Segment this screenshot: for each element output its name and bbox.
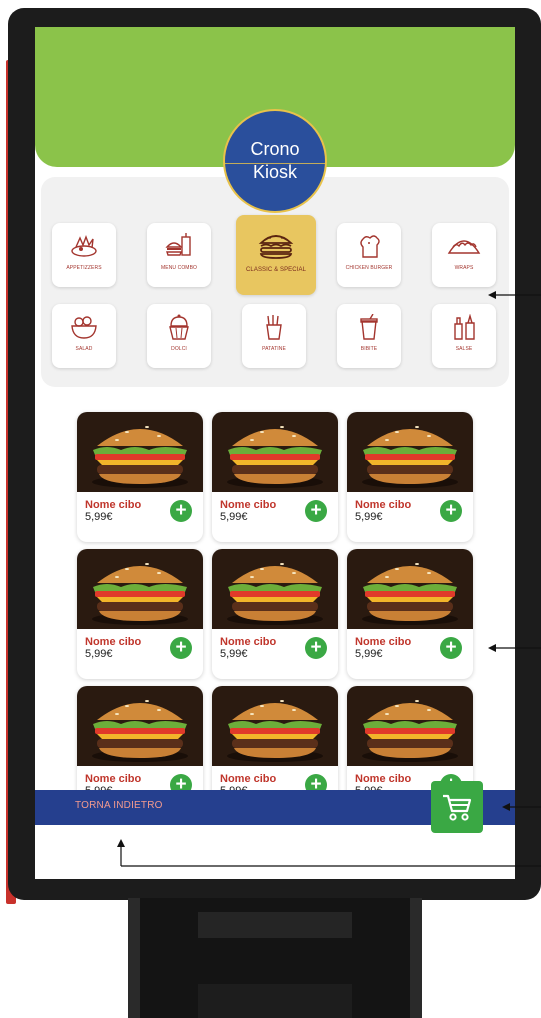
annotation-arrows (117, 291, 541, 867)
